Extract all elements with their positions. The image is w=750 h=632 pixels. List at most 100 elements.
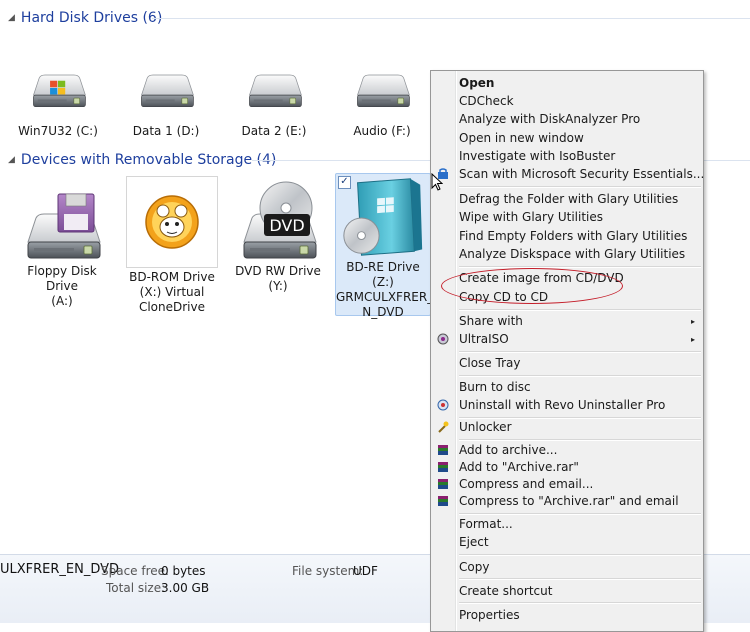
menu-separator [459,309,701,311]
menu-item-label: Add to "Archive.rar" [459,460,579,474]
menu-item-label: Burn to disc [459,380,531,394]
menu-item-unlocker[interactable]: Unlocker [431,418,703,436]
dvd-logo-text: DVD [269,216,304,235]
file-system-value: UDF [353,564,378,578]
hard-drive-icon [249,74,302,108]
drive-z-bdre-selected[interactable]: ✓ BD-RE Drive (Z:) GRMCULXFRER_E N_DVD [335,173,441,319]
menu-item-label: Investigate with IsoBuster [459,149,616,163]
drive-label-line1: BD-ROM Drive [129,270,215,284]
menu-item-label: Open [459,76,495,90]
menu-item-label: Scan with Microsoft Security Essentials.… [459,167,705,181]
menu-item-defrag-glary[interactable]: Defrag the Folder with Glary Utilities [431,190,703,208]
menu-item-isobuster[interactable]: Investigate with IsoBuster [431,147,703,165]
menu-item-open-new-window[interactable]: Open in new window [431,129,703,147]
drive-label-line2: GRMCULXFRER_E [336,290,441,304]
space-free-value: 0 bytes [161,564,206,578]
menu-item-empty-folders-glary[interactable]: Find Empty Folders with Glary Utilities [431,227,703,245]
dvd-drive-icon: DVD [243,181,317,259]
menu-item-label: Analyze Diskspace with Glary Utilities [459,247,686,261]
menu-item-open[interactable]: Open [431,74,703,92]
space-free-label: Space free: [101,564,170,578]
menu-item-label: Unlocker [459,420,512,434]
menu-separator [459,578,701,580]
menu-item-wipe-glary[interactable]: Wipe with Glary Utilities [431,208,703,226]
unlocker-wand-icon [438,421,449,433]
drive-d[interactable]: Data 1 (D:) [118,62,214,139]
total-size-value: 3.00 GB [161,581,210,595]
drive-label-line1: DVD RW Drive [235,264,321,278]
hard-drive-icon [141,74,194,108]
winrar-books-icon [438,462,448,472]
menu-separator [459,351,701,353]
drive-label-line1: BD-RE Drive (Z:) [346,260,420,289]
mouse-cursor-icon [431,173,443,191]
sheep-icon [145,195,199,249]
menu-item-ultraiso[interactable]: UltraISO ▸ [431,330,703,348]
menu-item-copy[interactable]: Copy [431,558,703,576]
drive-label-line2: (A:) [51,294,73,308]
menu-item-share-with[interactable]: Share with ▸ [431,312,703,330]
hard-drive-icon [357,74,410,108]
drive-label: Data 2 (E:) [241,124,307,138]
context-menu: Open CDCheck Analyze with DiskAnalyzer P… [430,70,704,632]
drive-x-bdrom[interactable]: BD-ROM Drive (X:) Virtual CloneDrive [124,176,220,315]
menu-item-diskspace-glary[interactable]: Analyze Diskspace with Glary Utilities [431,245,703,263]
drive-label: Data 1 (D:) [132,124,200,138]
menu-item-create-shortcut[interactable]: Create shortcut [431,582,703,600]
highlight-ellipse-annotation [441,268,623,304]
icon-frame [126,176,218,268]
drive-f[interactable]: Audio (F:) [334,62,430,139]
menu-item-label: Close Tray [459,356,521,370]
drive-label-line3: CloneDrive [138,300,206,314]
floppy-drive-icon [27,193,101,259]
drive-label-line2: (X:) Virtual [139,285,205,299]
menu-item-label: Compress to "Archive.rar" and email [459,494,679,508]
drive-y-dvdrw[interactable]: DVD DVD RW Drive (Y:) [230,178,326,294]
winrar-books-icon [438,445,448,455]
drive-a-floppy[interactable]: Floppy Disk Drive (A:) [14,178,110,309]
menu-item-analyze-diskanalyzer[interactable]: Analyze with DiskAnalyzer Pro [431,110,703,128]
group-title: Hard Disk Drives (6) [20,10,163,26]
drive-label-line1: Floppy Disk Drive [27,264,97,293]
menu-item-close-tray[interactable]: Close Tray [431,354,703,372]
menu-item-label: Eject [459,535,489,549]
menu-item-label: Add to archive... [459,443,558,457]
menu-item-compress-and-email[interactable]: Compress and email... [431,475,703,493]
menu-separator [459,602,701,604]
drive-e[interactable]: Data 2 (E:) [226,62,322,139]
menu-item-eject[interactable]: Eject [431,533,703,551]
revo-icon [437,399,449,411]
drive-label: Audio (F:) [353,124,411,138]
menu-item-label: Compress and email... [459,477,594,491]
menu-item-label: Share with [459,314,523,328]
menu-item-revo-uninstaller[interactable]: Uninstall with Revo Uninstaller Pro [431,396,703,414]
menu-item-label: Wipe with Glary Utilities [459,210,604,224]
menu-item-compress-rar-email[interactable]: Compress to "Archive.rar" and email [431,492,703,510]
ultraiso-icon [437,333,449,345]
menu-item-format[interactable]: Format... [431,515,703,533]
menu-item-label: Find Empty Folders with Glary Utilities [459,229,688,243]
menu-item-scan-mse[interactable]: Scan with Microsoft Security Essentials.… [431,165,705,183]
submenu-arrow-icon: ▸ [690,316,695,326]
menu-item-label: Defrag the Folder with Glary Utilities [459,192,679,206]
menu-item-add-to-archive-rar[interactable]: Add to "Archive.rar" [431,458,703,476]
menu-item-burn-to-disc[interactable]: Burn to disc [431,378,703,396]
selection-checkbox[interactable]: ✓ [338,176,351,189]
winrar-books-icon [438,496,448,506]
winrar-books-icon [438,479,448,489]
menu-item-label: Format... [459,517,513,531]
collapse-arrow-icon[interactable]: ◢ [8,13,15,23]
menu-separator [459,266,701,268]
menu-item-label: Uninstall with Revo Uninstaller Pro [459,398,666,412]
collapse-arrow-icon[interactable]: ◢ [8,155,15,165]
menu-item-add-to-archive[interactable]: Add to archive... [431,441,703,459]
group-title: Devices with Removable Storage (4) [20,152,277,168]
drive-label-line2: (Y:) [268,279,288,293]
drive-c[interactable]: Win7U32 (C:) [10,62,106,139]
menu-separator [459,186,701,188]
menu-item-label: CDCheck [459,94,514,108]
menu-item-label: Analyze with DiskAnalyzer Pro [459,112,641,126]
menu-item-properties[interactable]: Properties [431,606,703,624]
menu-item-cdcheck[interactable]: CDCheck [431,92,703,110]
drive-label-line3: N_DVD [362,305,404,319]
